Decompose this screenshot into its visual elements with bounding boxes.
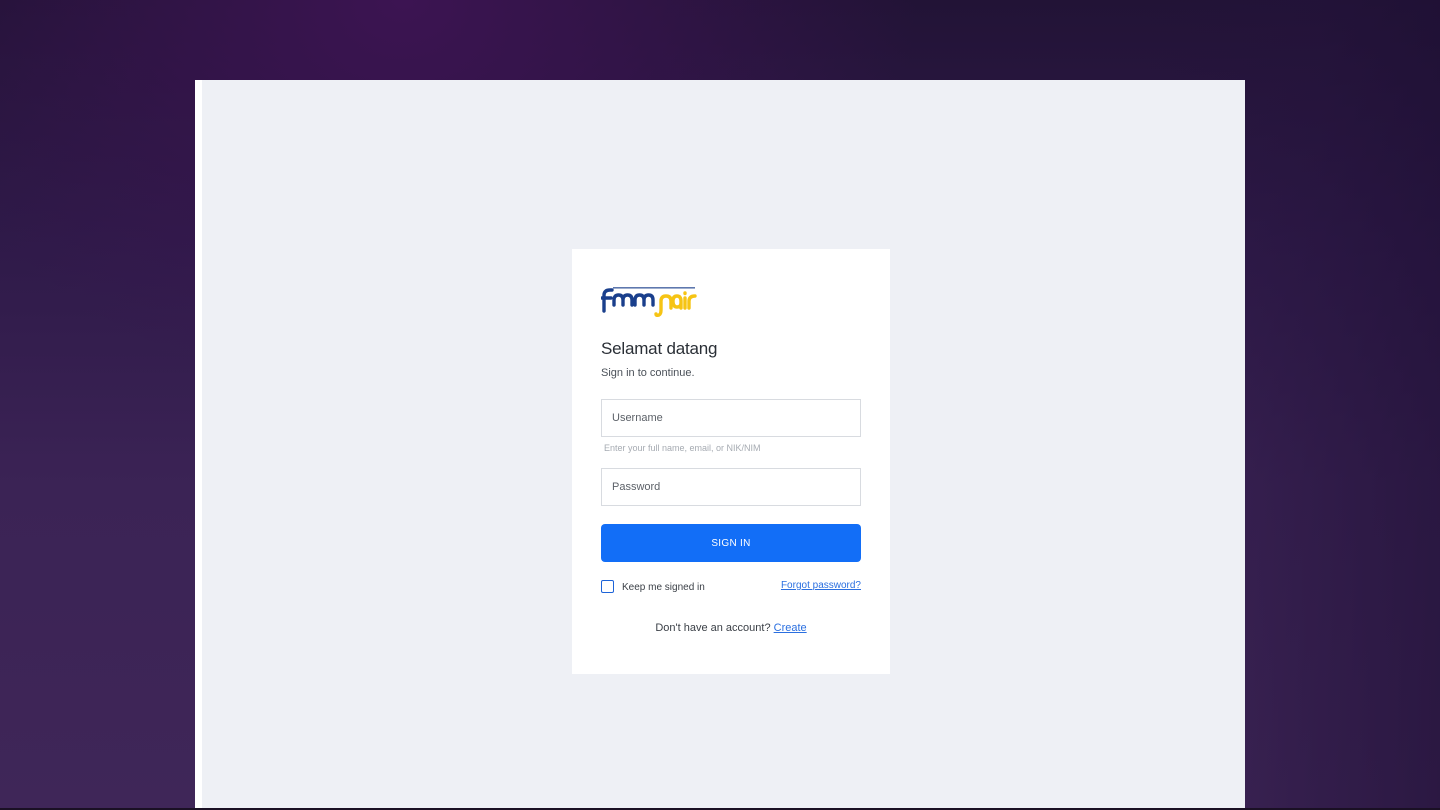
logo-letter-f <box>601 288 614 313</box>
create-account-link[interactable]: Create <box>774 622 807 634</box>
logo-letter-m1 <box>612 293 634 307</box>
login-card: Selamat datang Sign in to continue. Ente… <box>572 249 890 674</box>
password-input[interactable] <box>601 468 861 506</box>
remember-me-row: Keep me signed in <box>601 580 705 593</box>
logo-tagline-mark <box>613 287 695 289</box>
welcome-title: Selamat datang <box>601 339 718 358</box>
signup-prompt-text: Don't have an account? <box>655 622 774 634</box>
username-hint: Enter your full name, email, or NIK/NIM <box>604 443 761 453</box>
signup-prompt: Don't have an account? Create <box>572 622 890 634</box>
logo-letter-n <box>654 294 673 317</box>
keep-signed-in-checkbox[interactable] <box>601 580 614 593</box>
logo-letter-a <box>671 294 683 310</box>
login-page-frame: Selamat datang Sign in to continue. Ente… <box>195 80 1245 810</box>
fmm-nair-logo <box>601 287 697 317</box>
welcome-subtitle: Sign in to continue. <box>601 367 695 379</box>
logo-letter-m2 <box>633 293 655 307</box>
forgot-password-link[interactable]: Forgot password? <box>781 580 861 591</box>
username-input[interactable] <box>601 399 861 437</box>
keep-signed-in-label[interactable]: Keep me signed in <box>622 582 705 593</box>
logo-letter-r <box>687 294 697 310</box>
sign-in-button[interactable]: SIGN IN <box>601 524 861 562</box>
